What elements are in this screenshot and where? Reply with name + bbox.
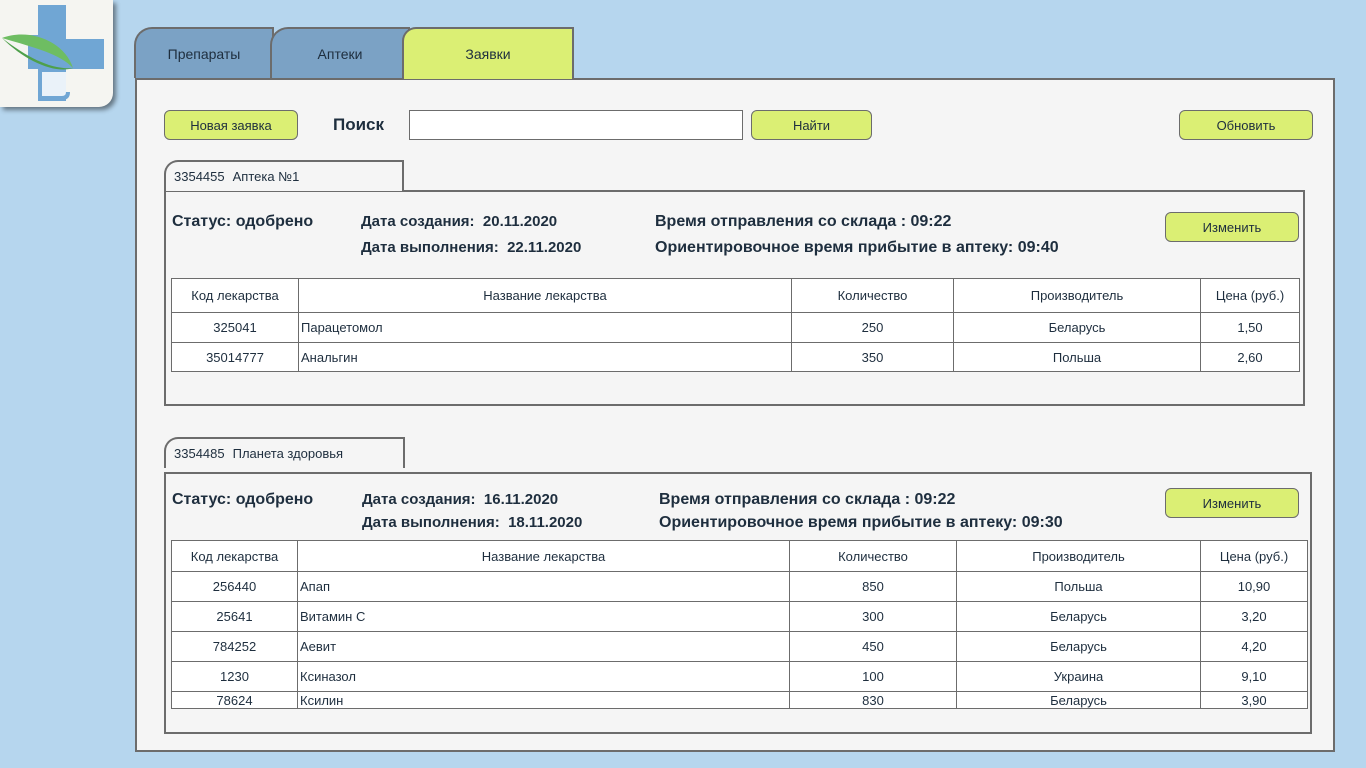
column-header: Производитель <box>953 278 1201 313</box>
new-order-button[interactable]: Новая заявка <box>164 110 298 140</box>
cell-name: Витамин С <box>297 601 790 632</box>
created-date: 16.11.2020 <box>483 491 559 508</box>
table-row[interactable]: 325041 Парацетомол 250 Беларусь 1,50 <box>171 312 1300 343</box>
cell-quantity: 100 <box>789 661 957 692</box>
created-label: Дата создания: <box>362 491 476 508</box>
column-header: Название лекарства <box>297 540 790 572</box>
completed-date: 22.11.2020 <box>507 239 582 256</box>
order-tab-3354455[interactable]: 3354455 Аптека №1 <box>164 160 404 191</box>
medical-cross-leaf-icon <box>2 5 104 101</box>
search-input[interactable] <box>409 110 743 140</box>
cell-manufacturer: Польша <box>953 342 1201 372</box>
cell-quantity: 300 <box>789 601 957 632</box>
order-tab-3354485[interactable]: 3354485 Планета здоровья <box>164 437 405 468</box>
cell-manufacturer: Беларусь <box>953 312 1201 343</box>
cell-price: 3,90 <box>1200 691 1308 709</box>
cell-code: 1230 <box>171 661 298 692</box>
cell-name: Анальгин <box>298 342 792 372</box>
cell-price: 3,20 <box>1200 601 1308 632</box>
table-row[interactable]: 256440 Апап 850 Польша 10,90 <box>171 571 1308 602</box>
table-header-row: Код лекарства Название лекарства Количес… <box>171 278 1300 313</box>
cell-name: Апап <box>297 571 790 602</box>
table-row[interactable]: 784252 Аевит 450 Беларусь 4,20 <box>171 631 1308 662</box>
column-header: Количество <box>789 540 957 572</box>
cell-manufacturer: Беларусь <box>956 601 1201 632</box>
column-header: Производитель <box>956 540 1201 572</box>
cell-code: 784252 <box>171 631 298 662</box>
cell-name: Аевит <box>297 631 790 662</box>
completed-label: Дата выполнения: <box>362 514 500 531</box>
table-row[interactable]: 35014777 Анальгин 350 Польша 2,60 <box>171 342 1300 372</box>
cell-name: Парацетомол <box>298 312 792 343</box>
cell-code: 325041 <box>171 312 299 343</box>
cell-code: 256440 <box>171 571 298 602</box>
created-date: 20.11.2020 <box>482 213 558 230</box>
order-pharmacy: Планета здоровья <box>232 446 344 461</box>
cell-quantity: 450 <box>789 631 957 662</box>
table-row[interactable]: 78624 Ксилин 830 Беларусь 3,90 <box>171 691 1308 709</box>
completed-date-row: Дата выполнения: 22.11.2020 <box>361 239 581 256</box>
cell-quantity: 830 <box>789 691 957 709</box>
created-label: Дата создания: <box>361 213 475 230</box>
completed-date-row: Дата выполнения: 18.11.2020 <box>362 514 582 531</box>
cell-name: Ксиназол <box>297 661 790 692</box>
cell-name: Ксилин <box>297 691 790 709</box>
completed-label: Дата выполнения: <box>361 239 499 256</box>
edit-order-button[interactable]: Изменить <box>1165 212 1299 242</box>
cell-manufacturer: Беларусь <box>956 691 1201 709</box>
search-label: Поиск <box>333 115 385 134</box>
order-id: 3354455 <box>174 169 225 184</box>
order-status: Статус: одобрено <box>172 491 314 508</box>
column-header: Название лекарства <box>298 278 792 313</box>
column-header: Цена (руб.) <box>1200 540 1308 572</box>
refresh-button[interactable]: Обновить <box>1179 110 1313 140</box>
arrival-time: Ориентировочное время прибытие в аптеку:… <box>659 514 1063 531</box>
cell-manufacturer: Польша <box>956 571 1201 602</box>
cell-quantity: 850 <box>789 571 957 602</box>
cell-code: 25641 <box>171 601 298 632</box>
tab-preparations[interactable]: Препараты <box>134 27 274 78</box>
cell-price: 4,20 <box>1200 631 1308 662</box>
created-date-row: Дата создания: 16.11.2020 <box>362 491 558 508</box>
medicines-table: Код лекарства Название лекарства Количес… <box>171 540 1308 709</box>
cell-price: 10,90 <box>1200 571 1308 602</box>
column-header: Цена (руб.) <box>1200 278 1300 313</box>
cell-price: 1,50 <box>1200 312 1300 343</box>
order-id: 3354485 <box>174 446 225 461</box>
tab-orders[interactable]: Заявки <box>402 27 574 79</box>
cell-quantity: 350 <box>791 342 954 372</box>
cell-code: 78624 <box>171 691 298 709</box>
app-logo <box>0 0 113 107</box>
edit-order-button[interactable]: Изменить <box>1165 488 1299 518</box>
completed-date: 18.11.2020 <box>508 514 583 531</box>
cell-price: 2,60 <box>1200 342 1300 372</box>
column-header: Код лекарства <box>171 278 299 313</box>
cell-quantity: 250 <box>791 312 954 343</box>
order-pharmacy: Аптека №1 <box>232 169 300 184</box>
table-row[interactable]: 1230 Ксиназол 100 Украина 9,10 <box>171 661 1308 692</box>
column-header: Количество <box>791 278 954 313</box>
table-row[interactable]: 25641 Витамин С 300 Беларусь 3,20 <box>171 601 1308 632</box>
tab-pharmacies[interactable]: Аптеки <box>270 27 410 78</box>
created-date-row: Дата создания: 20.11.2020 <box>361 213 557 230</box>
column-header: Код лекарства <box>171 540 298 572</box>
find-button[interactable]: Найти <box>751 110 872 140</box>
cell-manufacturer: Украина <box>956 661 1201 692</box>
arrival-time: Ориентировочное время прибытие в аптеку:… <box>655 239 1059 256</box>
departure-time: Время отправления со склада : 09:22 <box>659 491 956 508</box>
order-status: Статус: одобрено <box>172 213 314 230</box>
cell-manufacturer: Беларусь <box>956 631 1201 662</box>
cell-code: 35014777 <box>171 342 299 372</box>
cell-price: 9,10 <box>1200 661 1308 692</box>
departure-time: Время отправления со склада : 09:22 <box>655 213 952 230</box>
medicines-table: Код лекарства Название лекарства Количес… <box>171 278 1300 372</box>
table-header-row: Код лекарства Название лекарства Количес… <box>171 540 1308 572</box>
